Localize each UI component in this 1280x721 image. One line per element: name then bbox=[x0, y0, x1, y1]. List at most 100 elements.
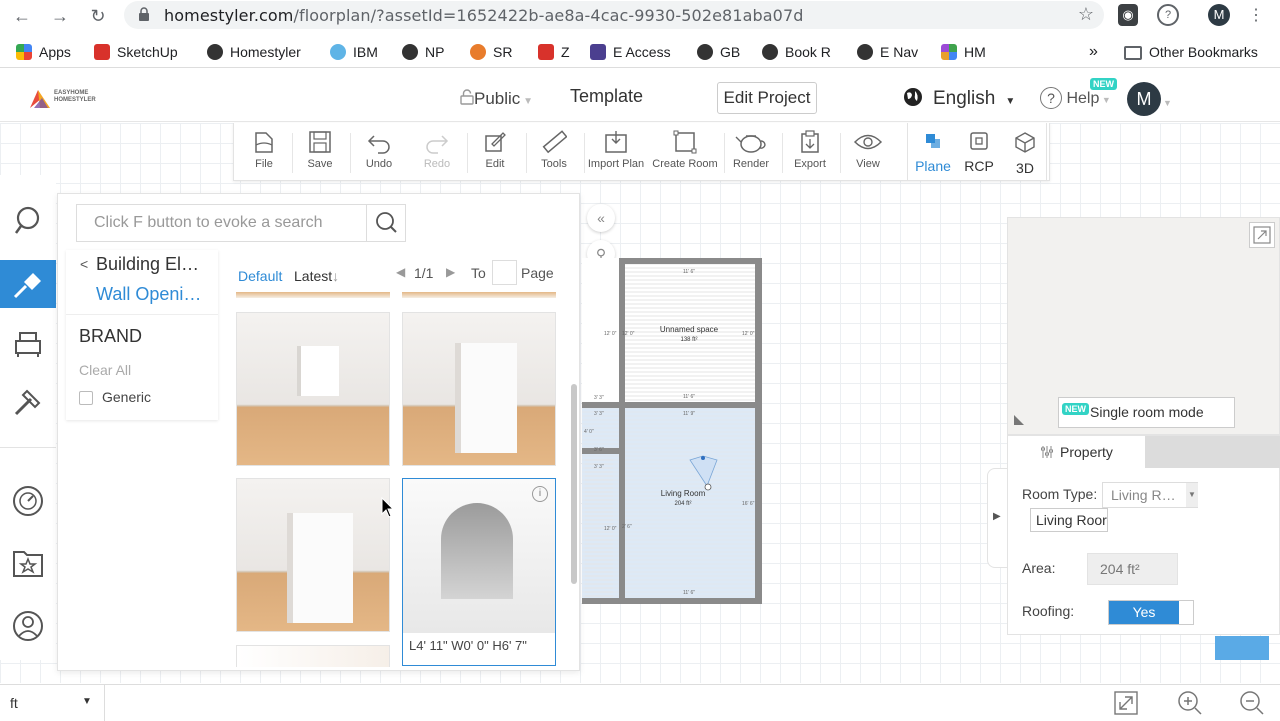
property-tab[interactable]: Property bbox=[1008, 436, 1145, 468]
user-avatar[interactable]: M bbox=[1127, 82, 1161, 116]
bookmark-book-r[interactable]: Book R bbox=[762, 42, 831, 62]
bookmark-z[interactable]: Z bbox=[538, 42, 570, 62]
toolbar-save-button[interactable]: Save bbox=[290, 129, 350, 179]
parent-category[interactable]: Building El… bbox=[96, 254, 199, 275]
toolbar-render-button[interactable]: Render bbox=[721, 129, 781, 179]
thumbnail-partial[interactable] bbox=[236, 292, 390, 298]
bookmark-apps[interactable]: Apps bbox=[16, 42, 71, 62]
chevron-down-icon[interactable]: ▼ bbox=[1186, 483, 1198, 507]
expand-preview-icon[interactable] bbox=[1249, 222, 1275, 248]
rail-search-button[interactable] bbox=[0, 195, 56, 243]
roofing-toggle[interactable]: Yes bbox=[1108, 600, 1194, 625]
property-panel-handle[interactable]: ▶ bbox=[987, 468, 1007, 568]
rail-furniture-button[interactable] bbox=[0, 318, 56, 366]
toolbar-create-room-button[interactable]: Create Room bbox=[652, 129, 718, 179]
toolbar-view-button[interactable]: View bbox=[838, 129, 898, 179]
bookmark-e-access[interactable]: E Access bbox=[590, 42, 671, 62]
zoom-out-icon[interactable] bbox=[1238, 689, 1266, 717]
info-icon[interactable]: i bbox=[532, 486, 548, 502]
visibility-dropdown[interactable]: Public ▼ bbox=[460, 89, 533, 109]
plane-view-icon bbox=[926, 134, 940, 148]
brand-title: BRAND bbox=[79, 326, 143, 346]
wall-opening-thumbnail[interactable] bbox=[236, 478, 390, 632]
forward-arrow-icon[interactable]: → bbox=[48, 4, 72, 28]
fit-screen-icon[interactable] bbox=[1113, 690, 1139, 716]
dimension-label: 12' 0" bbox=[604, 526, 617, 532]
redo-icon bbox=[426, 135, 449, 154]
sort-default-tab[interactable]: Default bbox=[238, 268, 282, 284]
rail-tools-button[interactable] bbox=[0, 377, 56, 425]
view-label: 3D bbox=[1016, 160, 1034, 176]
property-tab-inactive[interactable] bbox=[1145, 436, 1280, 468]
toolbar-edit-button[interactable]: Edit bbox=[465, 129, 525, 179]
language-dropdown[interactable]: English ▼ bbox=[903, 87, 1015, 110]
rail-compass-button[interactable] bbox=[0, 475, 56, 523]
bookmark-sr[interactable]: SR bbox=[470, 42, 512, 62]
toolbar-tools-button[interactable]: Tools bbox=[524, 129, 584, 179]
view-plane-button[interactable]: Plane bbox=[911, 131, 955, 174]
room-type-select[interactable]: Living R… bbox=[1102, 482, 1198, 508]
toolbar-undo-button[interactable]: Undo bbox=[349, 129, 409, 179]
wall-opening-thumbnail[interactable] bbox=[402, 312, 556, 466]
thumbnail-partial[interactable] bbox=[236, 645, 390, 667]
rail-build-button[interactable] bbox=[0, 260, 56, 308]
star-icon[interactable]: ☆ bbox=[1078, 4, 1094, 25]
arch-opening-thumbnail[interactable]: i L4' 11" W0' 0" H6' 7" bbox=[402, 478, 556, 666]
chevron-down-icon[interactable]: ▼ bbox=[1163, 98, 1172, 108]
wall-opening-thumbnail[interactable] bbox=[236, 312, 390, 466]
room-type-value: Living R… bbox=[1111, 487, 1176, 503]
sort-latest-tab[interactable]: Latest↓ bbox=[294, 268, 339, 284]
floorplan-drawing[interactable]: Unnamed space 138 ft² Living Room 204 ft… bbox=[582, 258, 762, 604]
page-number-input[interactable] bbox=[492, 260, 517, 285]
bookmark-np[interactable]: NP bbox=[402, 42, 444, 62]
profile-avatar[interactable]: M bbox=[1208, 4, 1230, 26]
search-button[interactable] bbox=[366, 204, 406, 242]
bookmark-label: E Access bbox=[613, 44, 671, 60]
help-extension-icon[interactable]: ? bbox=[1157, 4, 1179, 26]
address-bar[interactable]: homestyler.com/floorplan/?assetId=165242… bbox=[124, 1, 1104, 29]
zoom-in-icon[interactable] bbox=[1176, 689, 1204, 717]
homestyler-logo-icon[interactable] bbox=[30, 88, 50, 108]
extension-icon[interactable]: ◉ bbox=[1118, 4, 1138, 26]
current-category[interactable]: Wall Openi… bbox=[96, 284, 201, 305]
bookmark-e-nav[interactable]: E Nav bbox=[857, 42, 918, 62]
create-room-icon bbox=[673, 130, 697, 154]
toolbar-redo-button[interactable]: Redo bbox=[407, 129, 467, 179]
help-menu[interactable]: ? Help ▼ bbox=[1040, 87, 1111, 109]
blue-tab-button[interactable] bbox=[1215, 636, 1269, 660]
bookmark-sketchup[interactable]: SketchUp bbox=[94, 42, 178, 62]
bookmark-label: Book R bbox=[785, 44, 831, 60]
bookmark-hm[interactable]: HM bbox=[941, 42, 986, 62]
collapse-panel-button[interactable]: « bbox=[587, 204, 615, 232]
reload-icon[interactable]: ↻ bbox=[86, 4, 110, 28]
view-3d-button[interactable]: 3D bbox=[1003, 131, 1047, 176]
generic-checkbox[interactable] bbox=[79, 391, 93, 405]
toolbar-file-button[interactable]: File bbox=[234, 129, 294, 179]
thumbnail-partial[interactable] bbox=[402, 292, 556, 298]
clear-all-link[interactable]: Clear All bbox=[79, 362, 131, 378]
back-arrow-icon[interactable]: ← bbox=[10, 4, 34, 28]
next-page-button[interactable]: ▶ bbox=[446, 265, 455, 279]
catalog-scrollbar[interactable] bbox=[571, 384, 577, 584]
unit-select[interactable]: ft ▼ bbox=[10, 695, 92, 711]
dimension-label: 3' 6" bbox=[594, 447, 604, 453]
back-chevron-icon[interactable]: < bbox=[80, 256, 88, 272]
template-link[interactable]: Template bbox=[570, 86, 643, 107]
search-input[interactable]: Click F button to evoke a search bbox=[76, 204, 366, 242]
star-folder-icon bbox=[13, 551, 43, 577]
edit-project-button[interactable]: Edit Project bbox=[717, 82, 817, 114]
resize-corner-icon[interactable] bbox=[1012, 413, 1026, 427]
toolbar-export-button[interactable]: Export bbox=[780, 129, 840, 179]
bookmark-gb[interactable]: GB bbox=[697, 42, 740, 62]
toolbar-import-plan-button[interactable]: Import Plan bbox=[585, 129, 647, 179]
menu-dots-icon[interactable]: ⋮ bbox=[1244, 4, 1268, 28]
bookmark-ibm[interactable]: IBM bbox=[330, 42, 378, 62]
room-name-input[interactable]: Living Roor bbox=[1030, 508, 1108, 532]
rail-favorites-button[interactable] bbox=[0, 537, 56, 585]
other-bookmarks[interactable]: Other Bookmarks bbox=[1124, 42, 1258, 62]
bookmarks-overflow[interactable]: » bbox=[1089, 42, 1098, 62]
rail-account-button[interactable] bbox=[0, 600, 56, 648]
view-rcp-button[interactable]: RCP bbox=[957, 131, 1001, 174]
bookmark-homestyler[interactable]: Homestyler bbox=[207, 42, 301, 62]
prev-page-button[interactable]: ◀ bbox=[396, 265, 405, 279]
